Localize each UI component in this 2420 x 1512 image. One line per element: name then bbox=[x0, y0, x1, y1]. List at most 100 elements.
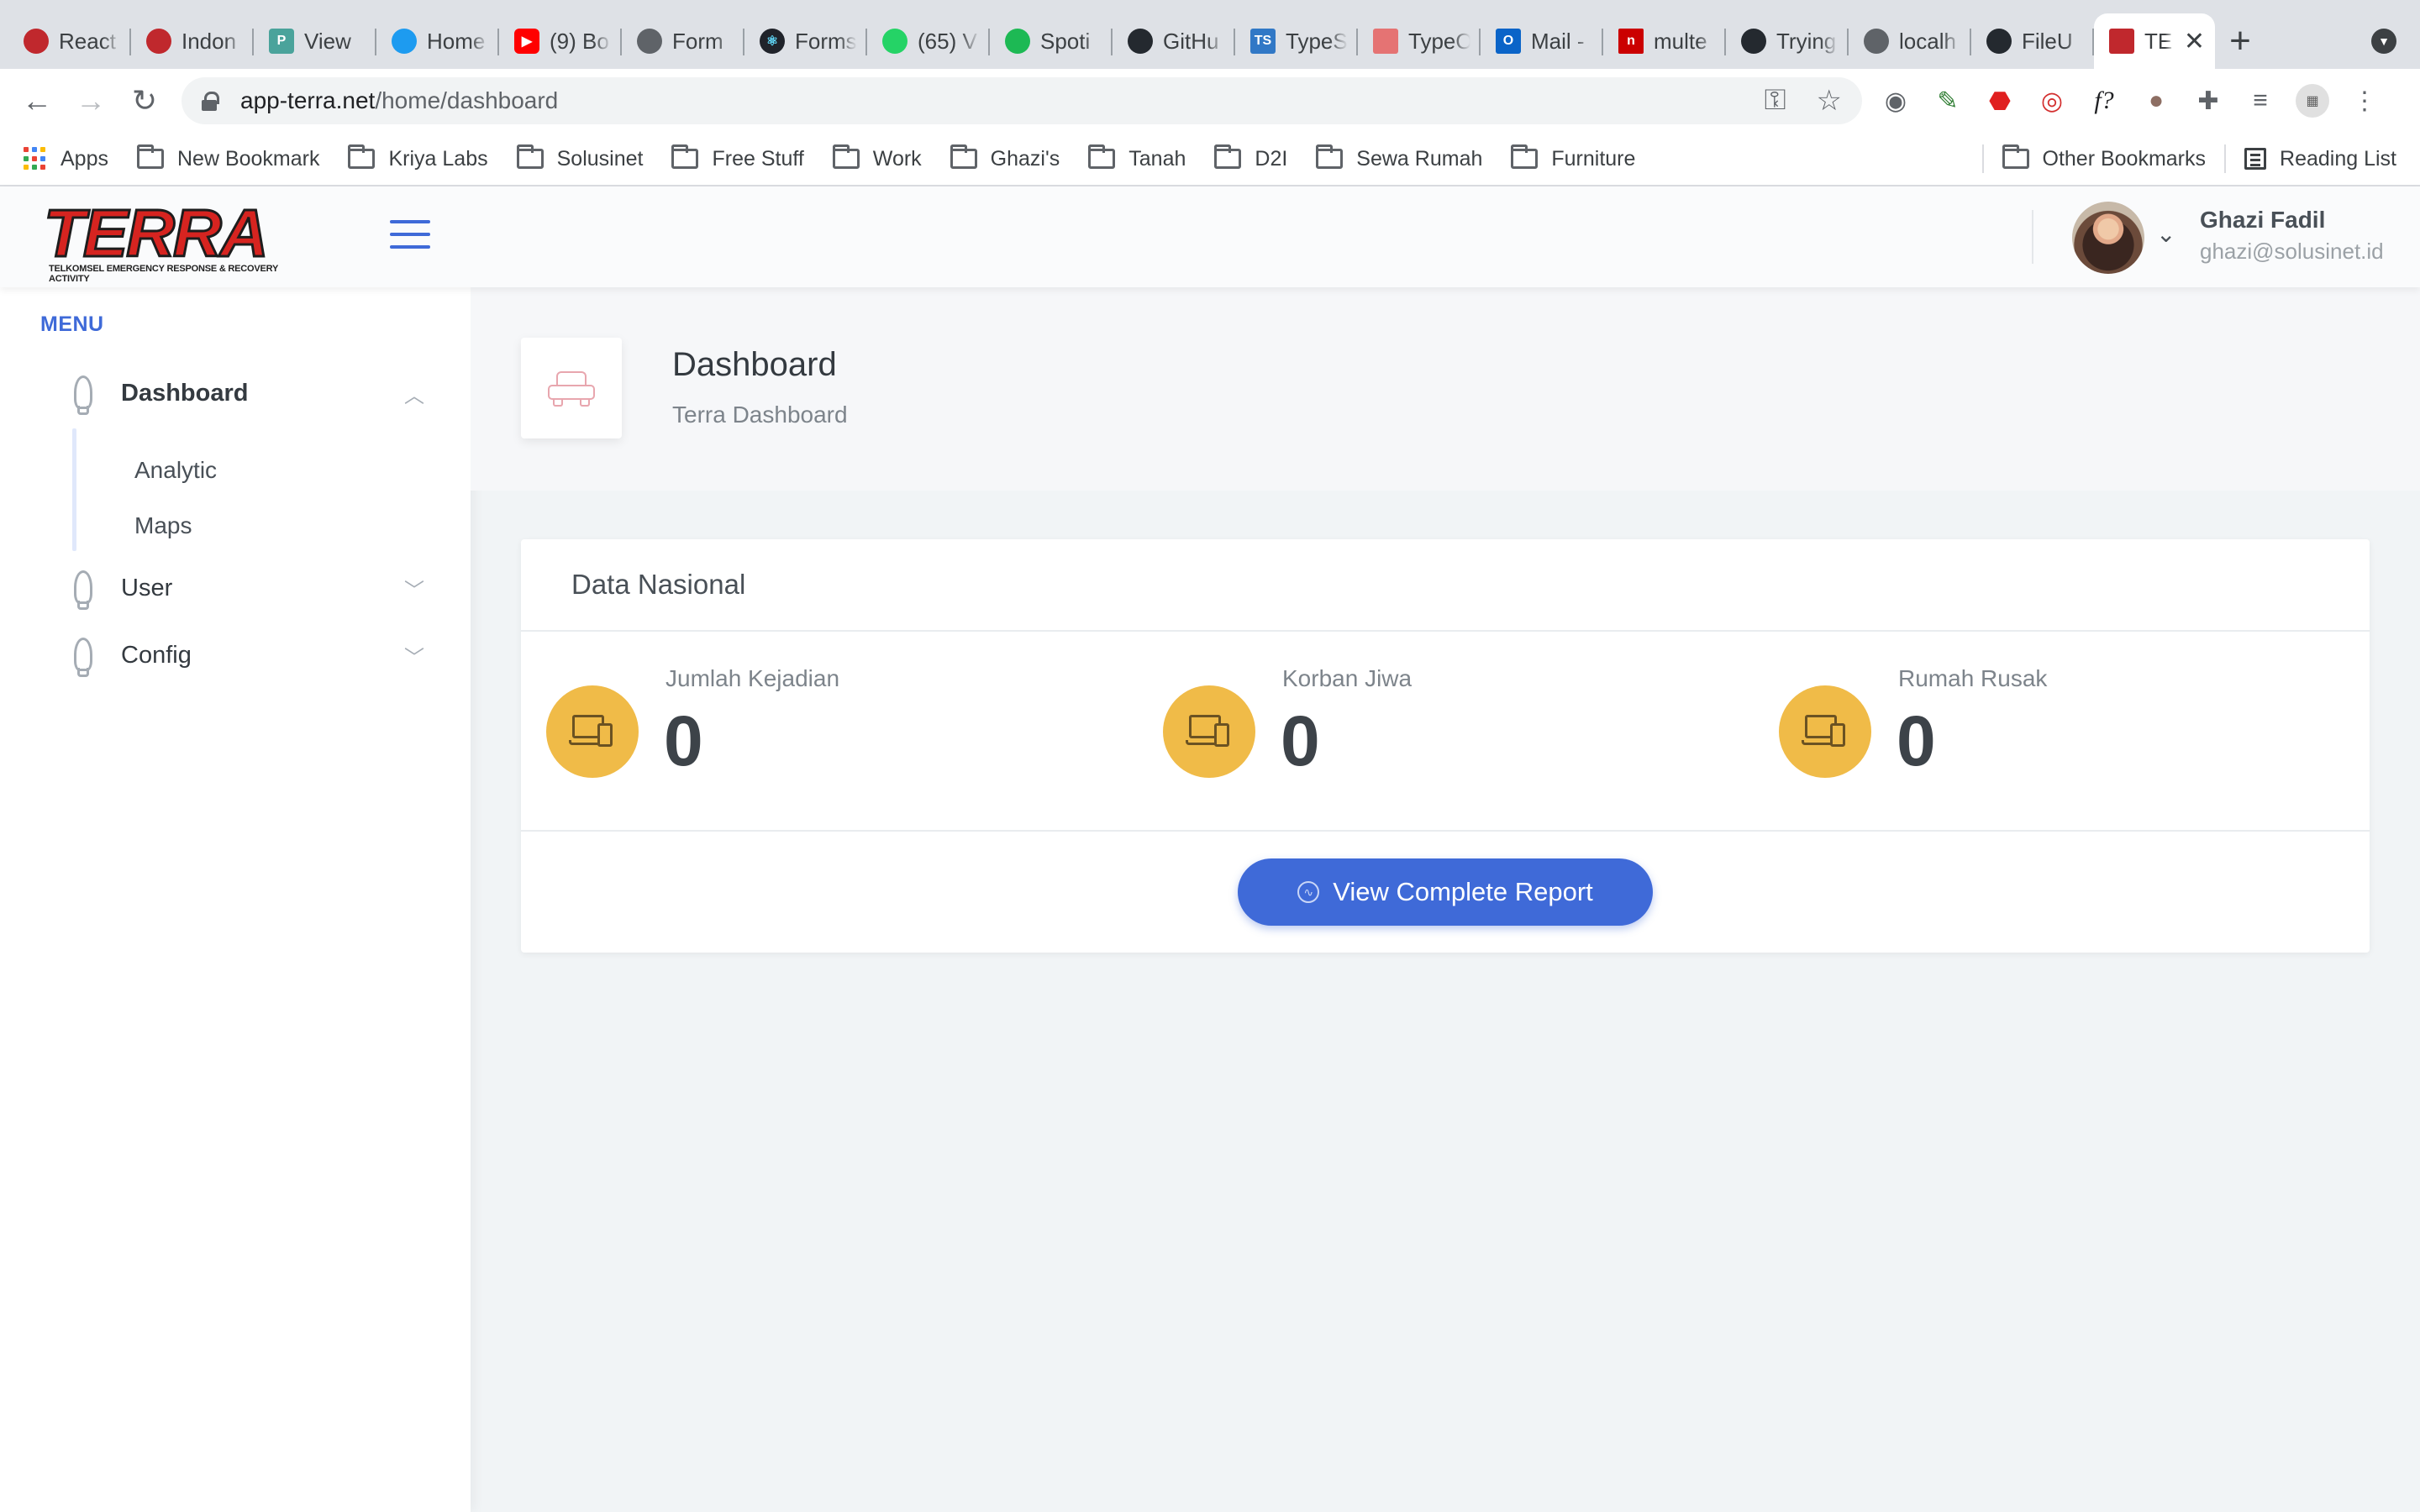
tab-title: Form bbox=[672, 28, 723, 54]
logo-subtitle: TELKOMSEL EMERGENCY RESPONSE & RECOVERY … bbox=[49, 264, 278, 284]
bookmark-label: Tanah bbox=[1128, 146, 1186, 171]
browser-tab[interactable]: TypeO bbox=[1358, 13, 1481, 69]
back-icon[interactable]: ← bbox=[10, 74, 64, 128]
profile-avatar-icon[interactable]: ▦ bbox=[2296, 84, 2329, 118]
browser-menu-icon[interactable]: ⋮ bbox=[2348, 84, 2381, 118]
adblock-icon[interactable]: ⬣ bbox=[1983, 84, 2017, 118]
browser-tab[interactable]: P View bbox=[254, 13, 376, 69]
page-subtitle: Terra Dashboard bbox=[672, 402, 848, 428]
bookmark-folder[interactable]: Sewa Rumah bbox=[1316, 144, 1482, 171]
bookmark-folder[interactable]: New Bookmark bbox=[136, 144, 320, 171]
globe-icon bbox=[1864, 29, 1889, 54]
reading-list[interactable]: Reading List bbox=[2244, 147, 2396, 171]
bookmark-folder[interactable]: Ghazi's bbox=[950, 144, 1060, 171]
user-name: Ghazi Fadil bbox=[2200, 207, 2326, 233]
forward-icon[interactable]: → bbox=[64, 74, 118, 128]
browser-tab[interactable]: Form bbox=[622, 13, 744, 69]
browser-tab[interactable]: O Mail - bbox=[1481, 13, 1603, 69]
media-playlist-icon[interactable]: ≡ bbox=[2244, 84, 2277, 118]
npm-icon: n bbox=[1618, 29, 1644, 54]
button-label: View Complete Report bbox=[1333, 877, 1593, 906]
reload-icon[interactable]: ↻ bbox=[118, 74, 171, 128]
youtube-icon: ▶ bbox=[514, 29, 539, 54]
browser-tab[interactable]: localh bbox=[1849, 13, 1971, 69]
avatar[interactable] bbox=[2072, 202, 2144, 274]
stat-label: Korban Jiwa bbox=[1282, 665, 1413, 691]
close-tab-icon[interactable]: ✕ bbox=[2184, 27, 2205, 56]
stat-icon-circle bbox=[1779, 685, 1871, 778]
bookmark-label: D2I bbox=[1255, 146, 1288, 171]
sidebar-item-dashboard[interactable]: Dashboard ︿ bbox=[40, 366, 427, 420]
bookmark-folder[interactable]: Free Stuff bbox=[671, 144, 804, 171]
tab-title: TE bbox=[2144, 28, 2173, 54]
sidebar-subitem-analytic[interactable]: Analytic bbox=[134, 457, 217, 484]
pulse-icon: ∿ bbox=[1297, 881, 1320, 903]
stats-row: Jumlah Kejadian 0 Korban Jiwa 0 Rumah Ru… bbox=[521, 632, 2370, 832]
other-bookmarks[interactable]: Other Bookmarks bbox=[2002, 144, 2206, 171]
new-tab-button[interactable]: + bbox=[2215, 13, 2265, 69]
stat-icon-circle bbox=[546, 685, 639, 778]
rocket-icon bbox=[62, 567, 99, 610]
folder-icon bbox=[832, 144, 860, 169]
stat-jumlah-kejadian: Jumlah Kejadian 0 bbox=[521, 632, 1109, 832]
font-detector-icon[interactable]: f? bbox=[2087, 84, 2121, 118]
devices-icon bbox=[1802, 713, 1849, 750]
page-icon-box bbox=[521, 338, 622, 438]
browser-tab[interactable]: TS TypeS bbox=[1235, 13, 1358, 69]
bookmarks-bar: Apps New Bookmark Kriya Labs Solusinet F… bbox=[0, 133, 2420, 186]
browser-tab[interactable]: n multe bbox=[1603, 13, 1726, 69]
menu-heading: MENU bbox=[40, 312, 104, 336]
bookmark-folder[interactable]: Solusinet bbox=[516, 144, 643, 171]
terra-logo[interactable]: TERRA TELKOMSEL EMERGENCY RESPONSE & REC… bbox=[43, 198, 287, 284]
reading-list-label: Reading List bbox=[2280, 146, 2396, 171]
bookmark-folder[interactable]: Tanah bbox=[1088, 144, 1186, 171]
bookmark-label: New Bookmark bbox=[176, 146, 320, 171]
tab-title: Mail - bbox=[1531, 28, 1585, 54]
puzzle-extensions-icon[interactable]: ✚ bbox=[2191, 84, 2225, 118]
browser-tab[interactable]: Spoti bbox=[990, 13, 1113, 69]
browser-tab[interactable]: (65) V bbox=[867, 13, 990, 69]
browser-tab[interactable]: Indon bbox=[131, 13, 254, 69]
folder-icon bbox=[516, 144, 544, 169]
hamburger-menu-icon[interactable] bbox=[390, 220, 430, 249]
cookie-extension-icon[interactable]: ● bbox=[2139, 84, 2173, 118]
browser-tab[interactable]: ▶ (9) Bo bbox=[499, 13, 622, 69]
bookmark-folder[interactable]: Kriya Labs bbox=[348, 144, 488, 171]
bookmark-folder[interactable]: Work bbox=[832, 144, 922, 171]
sidebar-item-user[interactable]: User ﹀ bbox=[40, 561, 427, 615]
tab-title: (65) V bbox=[918, 28, 977, 54]
browser-tab[interactable]: GitHu bbox=[1113, 13, 1235, 69]
eyedropper-extension-icon[interactable]: ✎ bbox=[1931, 84, 1965, 118]
camera-icon[interactable]: ◉ bbox=[1879, 84, 1912, 118]
browser-tab[interactable]: FileU bbox=[1971, 13, 2094, 69]
bookmark-apps[interactable]: Apps bbox=[24, 147, 108, 171]
stat-value: 0 bbox=[1281, 701, 1320, 780]
user-email: ghazi@solusinet.id bbox=[2200, 239, 2384, 264]
lock-icon[interactable] bbox=[202, 92, 219, 111]
bookmark-folder[interactable]: Furniture bbox=[1511, 144, 1635, 171]
rocket-icon bbox=[62, 372, 99, 415]
submenu-indicator bbox=[72, 428, 76, 551]
hidden-eye-icon[interactable]: ◎ bbox=[2035, 84, 2069, 118]
chevron-down-icon[interactable]: ⌄ bbox=[2156, 220, 2175, 248]
data-nasional-card: Data Nasional Jumlah Kejadian 0 Korban J… bbox=[521, 539, 2370, 953]
browser-tab[interactable]: Home bbox=[376, 13, 499, 69]
sidebar-item-config[interactable]: Config ﹀ bbox=[40, 628, 427, 682]
bookmark-folder[interactable]: D2I bbox=[1214, 144, 1288, 171]
bookmark-star-icon[interactable]: ☆ bbox=[1817, 84, 1842, 118]
page-title: Dashboard bbox=[672, 346, 837, 383]
view-complete-report-button[interactable]: ∿ View Complete Report bbox=[1238, 858, 1653, 926]
browser-tab-active[interactable]: TE ✕ bbox=[2094, 13, 2215, 69]
rocket-icon bbox=[62, 634, 99, 677]
address-bar[interactable]: app-terra.net/home/dashboard ⚿ ☆ bbox=[182, 77, 1862, 124]
key-icon[interactable]: ⚿ bbox=[1765, 84, 1786, 118]
sidebar-subitem-maps[interactable]: Maps bbox=[134, 512, 192, 539]
browser-tab[interactable]: React bbox=[8, 13, 131, 69]
tab-search-icon[interactable]: ▼ bbox=[2371, 29, 2396, 54]
tab-title: React bbox=[59, 28, 116, 54]
browser-tab[interactable]: Trying bbox=[1726, 13, 1849, 69]
github-icon bbox=[1128, 29, 1153, 54]
browser-tab[interactable]: ⚛ Forms bbox=[744, 13, 867, 69]
bookmark-label: Work bbox=[872, 146, 922, 171]
card-footer: ∿ View Complete Report bbox=[521, 832, 2370, 953]
